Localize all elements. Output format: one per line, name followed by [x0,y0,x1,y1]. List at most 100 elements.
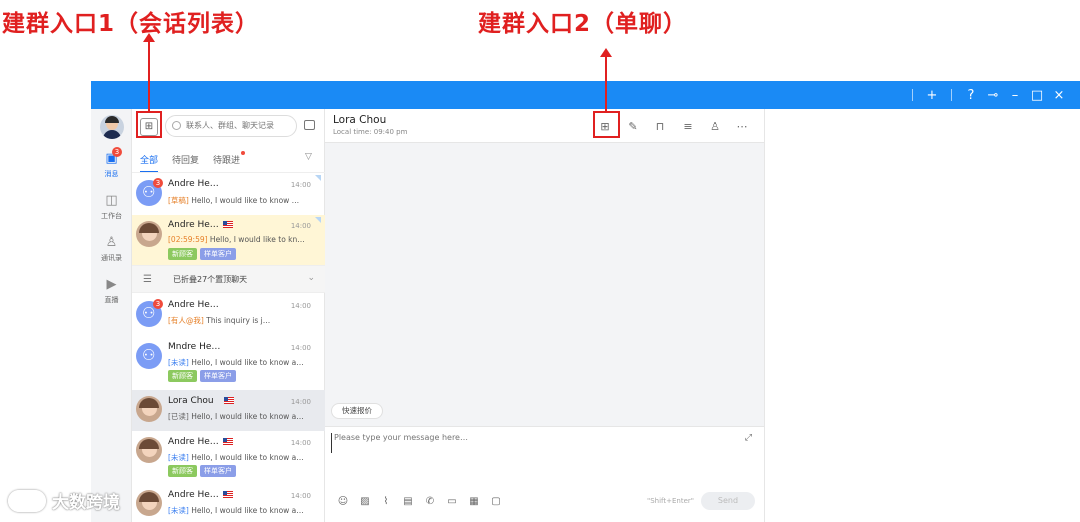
local-time: Local time: 09:40 pm [333,128,408,136]
conversation-item[interactable]: 3 Andre He… 14:00 [草稿] Hello, I would li… [132,173,325,215]
screen-icon[interactable]: ▢ [489,495,503,509]
contacts-icon: ♙ [105,235,118,250]
conversation-time: 14:00 [290,302,311,310]
quick-quote-chip[interactable]: 快速报价 [331,403,383,419]
status-prefix: [未读] [168,453,189,462]
conversation-name: Lora Chou [168,396,234,406]
chat-area: Lora Chou Local time: 09:40 pm ⊞ ✎ ⊓ ≡ ♙… [325,109,764,522]
contact-avatar [136,221,162,247]
add-icon[interactable]: + [921,88,943,103]
titlebar: + ? ⊸ – □ × [91,81,1080,109]
conversation-item[interactable]: Andre He… 14:00 [未读] Hello, I would like… [132,484,325,522]
rail-item-messages[interactable]: ▣ 3 消息 [91,147,132,179]
attachment-icon[interactable]: ⌇ [379,495,393,509]
annotation-label-entry-1: 建群入口1（会话列表） [2,11,260,37]
file-icon[interactable]: ▤ [401,495,415,509]
user-avatar[interactable] [100,115,124,139]
status-prefix: [有人@我] [168,316,204,325]
search-box[interactable] [165,115,297,137]
conversation-name: Andre He… [168,490,233,500]
watermark-logo-icon [8,489,46,512]
name-text: Lora Chou [168,396,214,406]
tag-sample-customer: 样单客户 [200,465,236,477]
minimize-icon[interactable]: – [1004,88,1026,103]
tag-new-customer: 新顾客 [168,248,197,260]
search-input[interactable] [186,121,286,130]
us-flag-icon [223,397,234,404]
shortcut-hint: "Shift+Enter" [647,497,695,505]
titlebar-separator [951,89,952,101]
nav-rail: ▣ 3 消息 ◫ 工作台 ♙ 通讯录 ▶ 直播 [91,109,132,522]
contact-avatar [136,490,162,516]
conversation-preview: [未读] Hello, I would like to know a… [168,452,318,463]
watermark: 大数跨境 [8,488,120,513]
tag-new-customer: 新顾客 [168,370,197,382]
name-text: Andre He… [168,490,219,500]
tag-sample-customer: 样单客户 [200,248,236,260]
us-flag-icon [222,221,233,228]
inbox-icon[interactable] [304,120,315,130]
rail-item-label: 工作台 [101,212,122,220]
chat-contact-name: Lora Chou [333,114,387,126]
bookmark-icon[interactable]: ⊓ [652,119,668,135]
unread-badge: 3 [153,178,163,188]
arrow-entry-1 [143,33,155,111]
group-avatar-icon [136,343,162,369]
corner-mark [315,217,321,223]
conversation-name: Andre He… [168,179,219,189]
conversation-item-selected[interactable]: Lora Chou 14:00 [已读] Hello, I would like… [132,390,325,431]
tab-label: 待跟进 [213,156,241,166]
conversation-preview: [已读] Hello, I would like to know a… [168,411,318,422]
help-icon[interactable]: ? [960,88,982,103]
emoji-icon[interactable]: ☺ [336,495,350,509]
search-history-icon[interactable]: ≡ [680,119,696,135]
contact-profile-icon[interactable]: ♙ [707,119,723,135]
conversation-item[interactable]: Mndre He… 14:00 [未读] Hello, I would like… [132,336,325,390]
pin-icon[interactable]: ✎ [625,119,641,135]
send-button[interactable]: Send [701,492,755,510]
rail-item-workbench[interactable]: ◫ 工作台 [91,193,132,221]
conversation-time: 14:00 [290,222,311,230]
tag-sample-customer: 样单客户 [200,370,236,382]
rail-item-contacts[interactable]: ♙ 通讯录 [91,235,132,263]
unread-badge: 3 [112,147,122,157]
conversation-time: 14:00 [290,398,311,406]
message-composer: ⤢ ☺ ▨ ⌇ ▤ ✆ ▭ ▦ ▢ "Shift+Enter" Send [325,426,764,522]
arrow-entry-2 [600,48,612,111]
name-text: Andre He… [168,437,219,447]
live-icon: ▶ [106,277,117,292]
rail-item-label: 直播 [104,296,119,304]
name-text: Andre He… [168,220,219,230]
image-icon[interactable]: ▨ [358,495,372,509]
preview-text: Hello, I would like to know a… [188,506,304,515]
filter-icon[interactable]: ▽ [305,152,312,162]
tab-pending-reply[interactable]: 待回复 [172,153,199,169]
preview-text: This inquiry is j… [203,316,271,325]
preview-text: Hello, I would like to know a… [188,358,304,367]
expand-icon[interactable]: ⤢ [745,433,752,443]
quote-icon[interactable]: ▦ [467,495,481,509]
close-icon[interactable]: × [1048,88,1070,103]
conversation-item[interactable]: Andre He… 14:00 [未读] Hello, I would like… [132,431,325,484]
conversation-time: 14:00 [290,492,311,500]
preview-text: Hello, I would like to know a… [188,453,304,462]
card-icon[interactable]: ▭ [445,495,459,509]
tab-follow-up[interactable]: 待跟进 [213,151,246,169]
rail-item-live[interactable]: ▶ 直播 [91,277,132,305]
folded-pinned-row[interactable]: ☰ 已折叠27个置顶聊天 ⌄ [132,265,325,293]
conversation-name: Mndre He… [168,342,221,352]
pin-window-icon[interactable]: ⊸ [982,88,1004,103]
list-icon: ☰ [143,274,152,285]
search-icon [172,121,181,130]
us-flag-icon [222,491,233,498]
tab-all[interactable]: 全部 [140,153,159,173]
conversation-item[interactable]: Andre He… 14:00 [02:59:59] Hello, I woul… [132,215,325,265]
maximize-icon[interactable]: □ [1026,88,1048,103]
message-input[interactable] [331,433,731,453]
conversation-item[interactable]: 3 Andre He… 14:00 [有人@我] This inquiry is… [132,294,325,336]
rail-item-label: 通讯录 [101,254,122,262]
conversation-tabs: 全部 待回复 待跟进 [140,151,254,173]
more-icon[interactable]: ⋯ [734,119,750,135]
call-icon[interactable]: ✆ [423,495,437,509]
preview-text: Hello, I would like to know … [188,196,300,205]
